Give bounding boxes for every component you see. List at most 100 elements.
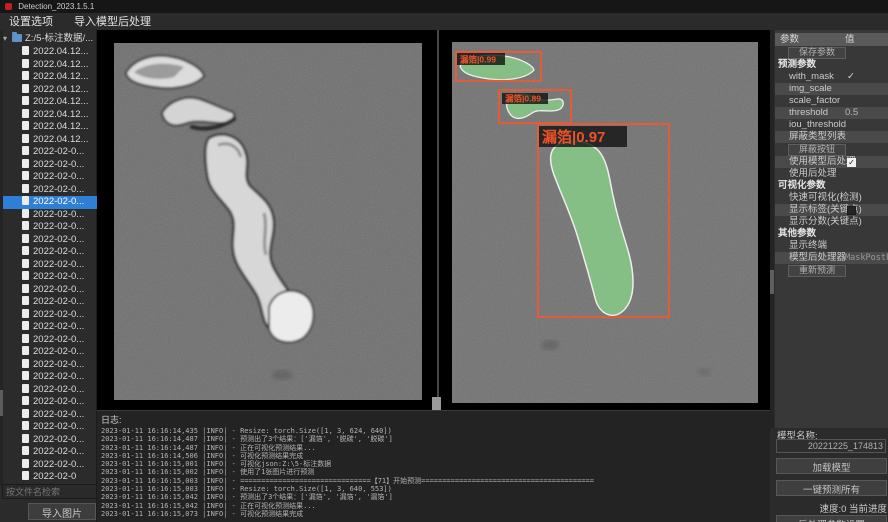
tree-item-label: 2022-02-0... [33,271,84,282]
param-button[interactable]: 保存参数 [788,47,846,59]
tree-item[interactable]: 2022-02-0... [0,146,97,159]
tree-item[interactable]: 2022-02-0... [0,196,97,209]
tree-item[interactable]: 2022-02-0... [0,434,97,447]
tree-item[interactable]: 2022-02-0... [0,384,97,397]
log-line: 2023-01-11 16:16:15,001 |INFO| - 可视化json… [97,460,770,468]
param-row[interactable]: 快速可视化(检测) [775,192,888,204]
param-section-header: 可视化参数 [775,180,888,192]
param-button[interactable]: 屏蔽按钮 [788,144,846,156]
param-row[interactable]: threshold0.5 [775,107,888,119]
tree-item[interactable]: 2022-02-0... [0,159,97,172]
file-icon [22,209,29,218]
param-value: MaskPostPro [845,252,888,264]
menu-import-postprocess[interactable]: 导入模型后处理 [65,13,160,30]
param-row[interactable]: iou_threshold [775,119,888,131]
tree-item[interactable]: 2022.04.12... [0,109,97,122]
title-bar: Detection_2023.1.5.1 [0,0,888,13]
checkbox-checked[interactable]: ✓ [847,158,856,167]
param-row[interactable]: scale_factor [775,95,888,107]
params-scrollbar-thumb[interactable] [770,270,774,294]
param-row[interactable]: img_scale [775,83,888,95]
tree-item-label: 2022-02-0 [33,471,76,482]
param-row[interactable]: 显示终端 [775,240,888,252]
tree-item[interactable]: 2022-02-0... [0,359,97,372]
tree-item[interactable]: 2022.04.12... [0,46,97,59]
file-icon [22,321,29,330]
param-row[interactable]: 使用模型后处理✓ [775,156,888,168]
file-icon [22,471,29,480]
tree-item[interactable]: 2022-02-0... [0,209,97,222]
tree-item-label: 2022-02-0... [33,434,84,445]
tree-item[interactable]: 2022-02-0... [0,321,97,334]
file-icon [22,46,29,55]
window-title: Detection_2023.1.5.1 [18,2,94,11]
tree-item[interactable]: 2022-02-0... [0,184,97,197]
tree-item-label: 2022-02-0... [33,459,84,470]
param-row[interactable]: with_mask✓ [775,71,888,83]
file-icon [22,334,29,343]
file-icon [22,371,29,380]
model-section: 模型名称: 20221225_174813 加载模型 一键预测所有 速度:0 当… [775,428,888,522]
tree-item[interactable]: 2022-02-0... [0,259,97,272]
tree-item[interactable]: 2022-02-0 [0,471,97,484]
log-panel[interactable]: 日志: 2023-01-11 16:16:14,435 |INFO| - Res… [97,410,770,522]
tree-scrollbar-thumb[interactable] [0,390,3,416]
load-model-button[interactable]: 加载模型 [776,458,887,474]
tree-item[interactable]: 2022.04.12... [0,121,97,134]
log-line: 2023-01-11 16:16:15,042 |INFO| - 正在可视化预测… [97,502,770,510]
param-row[interactable]: 使用后处理 [775,168,888,180]
tree-item[interactable]: 2022-02-0... [0,446,97,459]
tree-item[interactable]: 2022-02-0... [0,371,97,384]
param-row[interactable]: 显示分数(关键点) [775,216,888,228]
chevron-down-icon[interactable]: ▾ [3,32,11,46]
filename-search-input[interactable] [2,484,97,499]
tree-item[interactable]: 2022.04.12... [0,96,97,109]
menu-settings[interactable]: 设置选项 [0,13,62,30]
original-image[interactable] [114,43,422,400]
tree-item[interactable]: 2022.04.12... [0,71,97,84]
tree-item[interactable]: 2022-02-0... [0,409,97,422]
param-row[interactable]: 模型后处理器MaskPostPro [775,252,888,264]
tree-item[interactable]: 2022-02-0... [0,421,97,434]
tree-item-label: 2022-02-0... [33,371,84,382]
tree-root[interactable]: ▾Z:/5-标注数据/... [0,32,97,46]
params-scrollbar[interactable] [770,30,774,428]
splitter-handle[interactable] [432,397,441,410]
params-header-value: 值 [845,33,855,46]
tree-item-label: 2022-02-0... [33,196,84,207]
prediction-image[interactable]: 漏箔|0.99 漏箔|0.89 漏箔|0.97 [452,42,758,403]
import-images-button[interactable]: 导入图片 [28,503,96,520]
param-label: iou_threshold [775,119,846,130]
tree-item[interactable]: 2022-02-0... [0,334,97,347]
log-line: 2023-01-11 16:16:14,487 |INFO| - 正在可视化预测… [97,444,770,452]
param-row[interactable]: 显示标签(关键点) [775,204,888,216]
param-row[interactable]: 屏蔽类型列表 [775,131,888,143]
tree-item[interactable]: 2022-02-0... [0,309,97,322]
tree-item[interactable]: 2022.04.12... [0,134,97,147]
tree-item[interactable]: 2022-02-0... [0,346,97,359]
checkbox-unchecked[interactable] [847,206,856,215]
tree-item[interactable]: 2022.04.12... [0,84,97,97]
tree-item[interactable]: 2022-02-0... [0,246,97,259]
param-label: 使用模型后处理 [775,156,856,167]
tree-item[interactable]: 2022-02-0... [0,271,97,284]
postprocess-settings-button[interactable]: 后处理参数设置 [776,515,887,522]
tree-item[interactable]: 2022-02-0... [0,396,97,409]
param-label: 快速可视化(检测) [775,192,862,203]
param-button[interactable]: 重新预测 [788,265,846,277]
tree-item-label: 2022-02-0... [33,321,84,332]
tree-item[interactable]: 2022-02-0... [0,221,97,234]
predict-all-button[interactable]: 一键预测所有 [776,480,887,496]
tree-item[interactable]: 2022-02-0... [0,284,97,297]
file-icon [22,259,29,268]
tree-item[interactable]: 2022-02-0... [0,171,97,184]
tree-item-label: 2022-02-0... [33,234,84,245]
param-section-header: 其他参数 [775,228,888,240]
tree-item[interactable]: 2022-02-0... [0,296,97,309]
tree-item[interactable]: 2022-02-0... [0,234,97,247]
model-name-field[interactable]: 20221225_174813 [776,439,886,453]
tree-item[interactable]: 2022-02-0... [0,459,97,472]
tree-item[interactable]: 2022.04.12... [0,59,97,72]
tree-item-label: 2022-02-0... [33,384,84,395]
tree-scrollbar[interactable] [0,30,3,486]
